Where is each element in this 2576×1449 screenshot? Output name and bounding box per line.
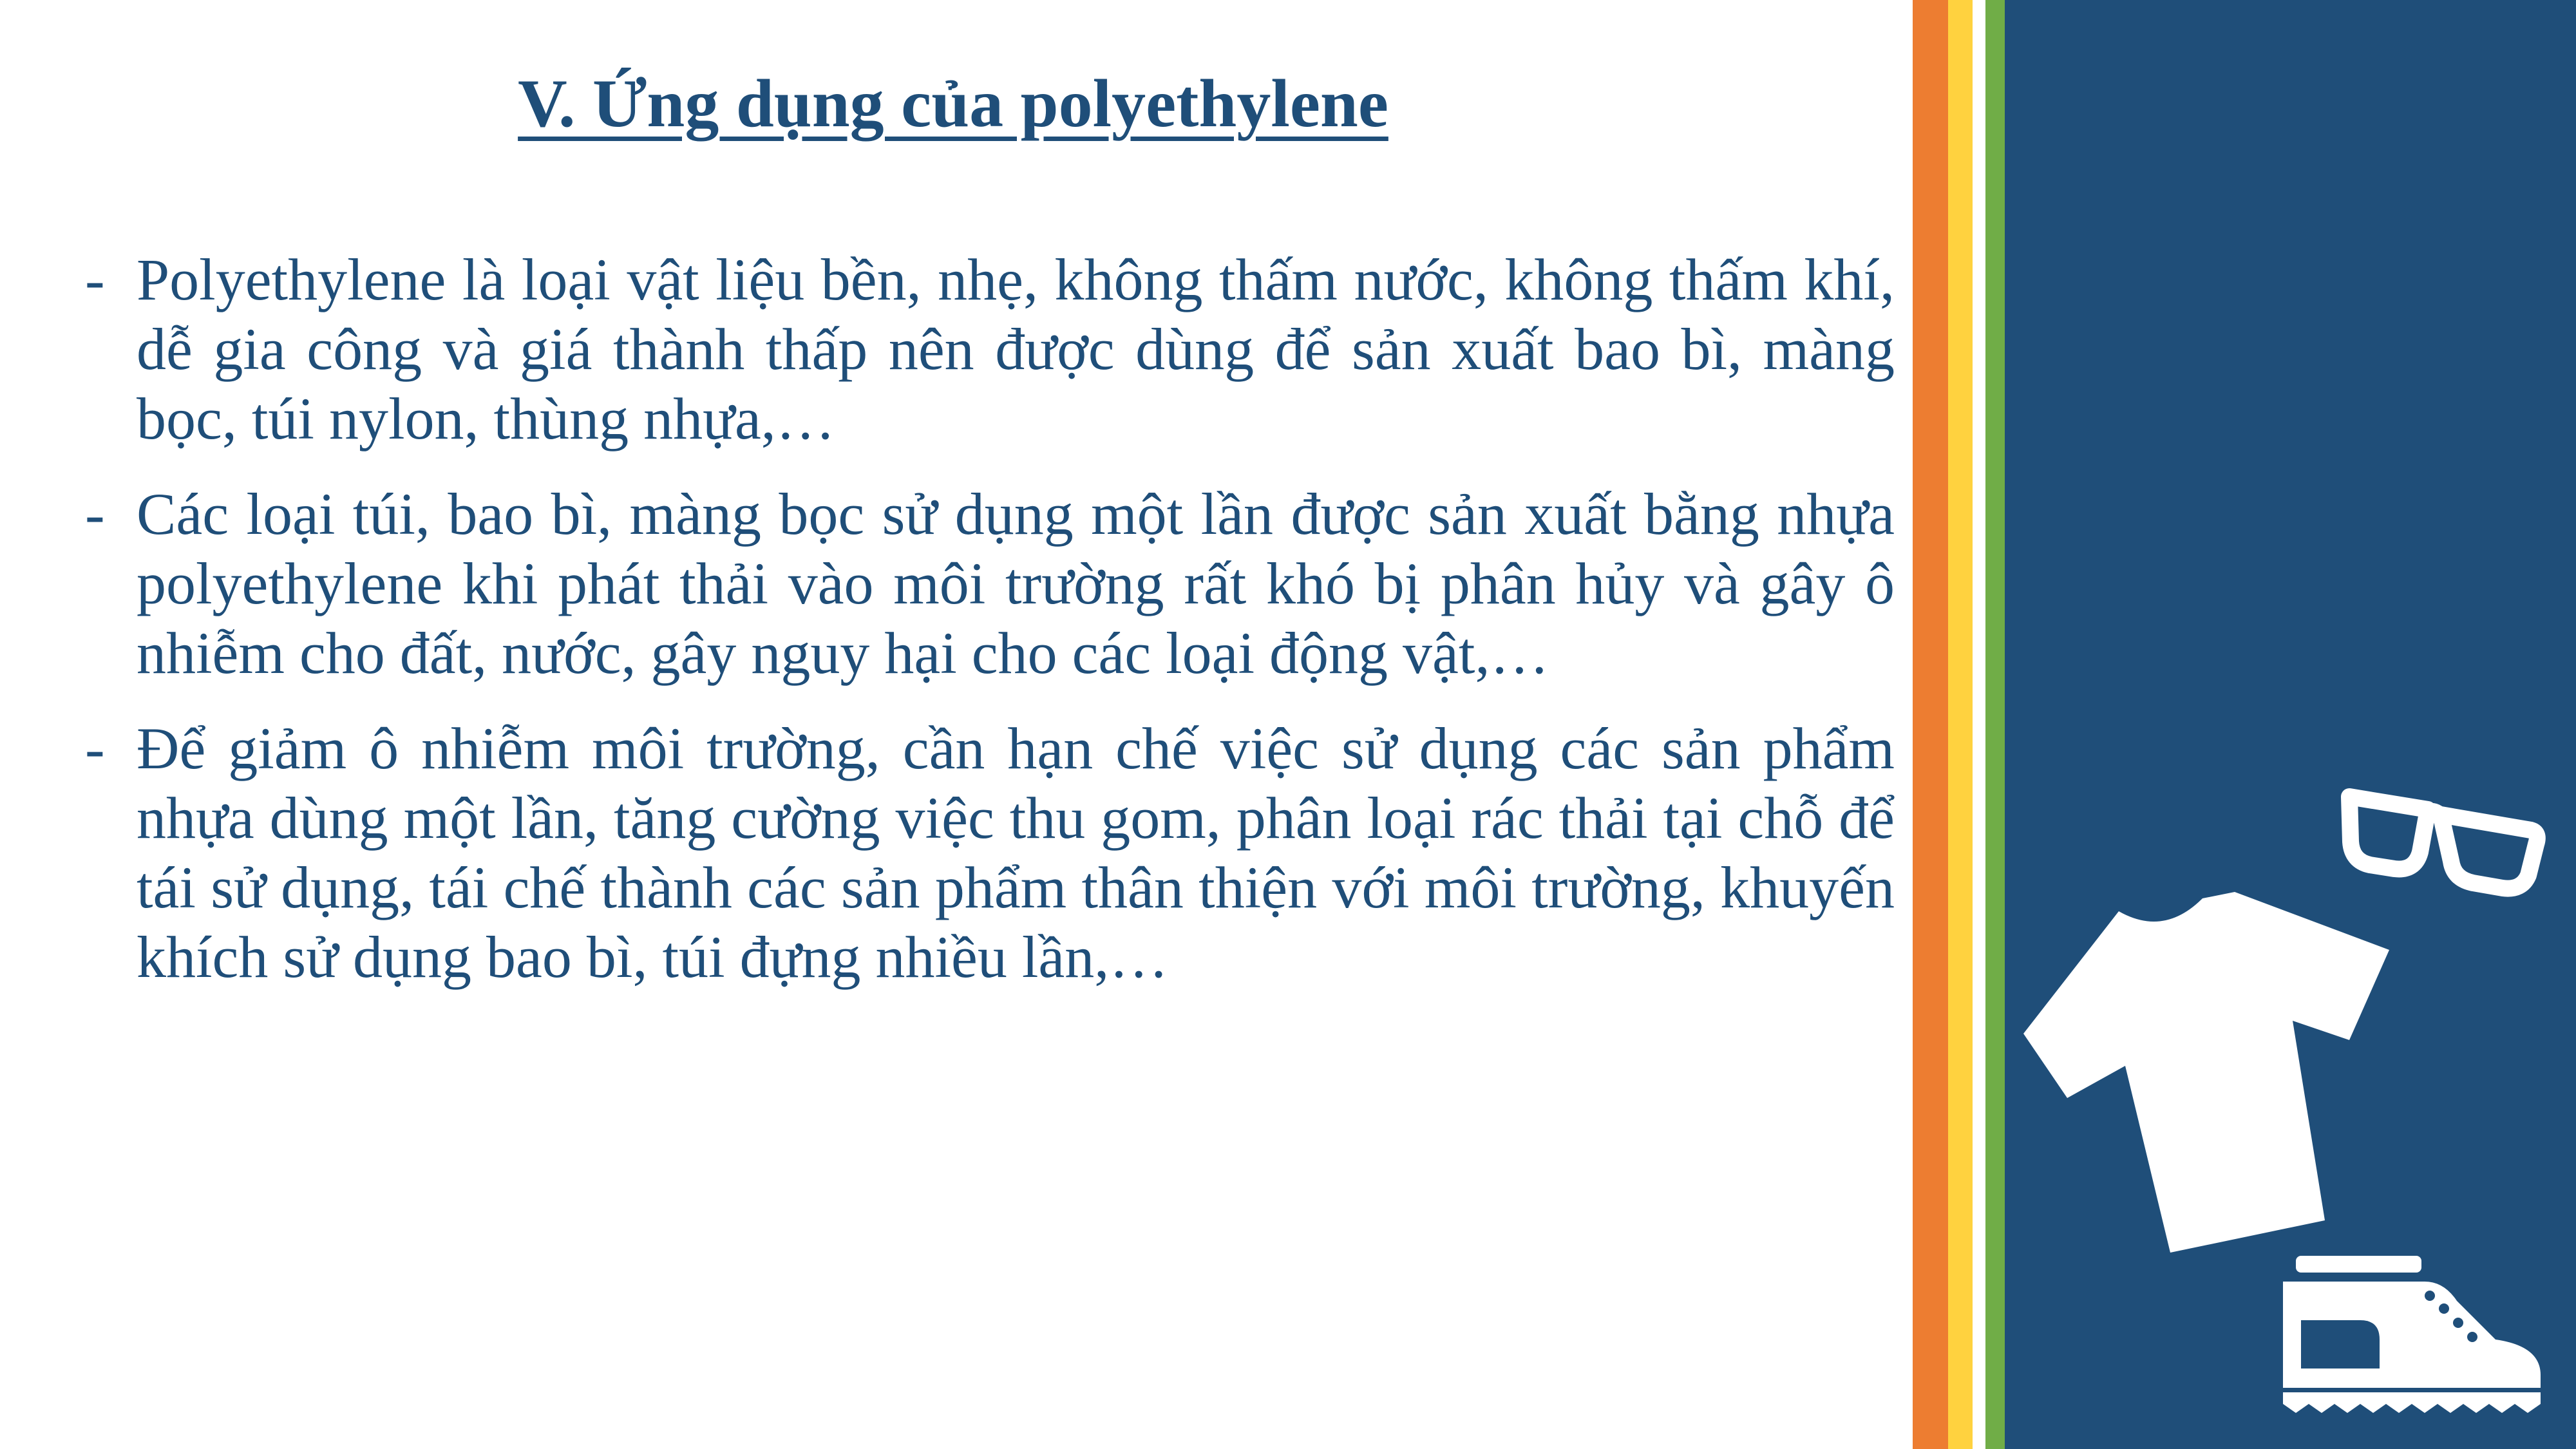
bullet-marker: - [85,715,105,781]
bullet-text: Các loại túi, bao bì, màng bọc sử dụng m… [137,481,1895,686]
slide: V. Ứng dụng của polyethylene - Polyethyl… [0,0,2576,1449]
orange-stripe [1913,0,1948,1449]
bullet-marker: - [85,481,105,547]
green-stripe [1985,0,2005,1449]
bullet-item: - Để giảm ô nhiễm môi trường, cần hạn ch… [77,714,1895,992]
slide-content: V. Ứng dụng của polyethylene - Polyethyl… [77,0,1895,1449]
shoe-icon [2283,1256,2541,1413]
yellow-stripe [1948,0,1973,1449]
bullet-item: - Polyethylene là loại vật liệu bền, nhẹ… [77,245,1895,453]
bullet-item: - Các loại túi, bao bì, màng bọc sử dụng… [77,479,1895,688]
bullet-text: Polyethylene là loại vật liệu bền, nhẹ, … [137,247,1895,451]
slide-title: V. Ứng dụng của polyethylene [518,66,1388,141]
bullet-text: Để giảm ô nhiễm môi trường, cần hạn chế … [137,715,1895,990]
white-stripe [1973,0,1985,1449]
bullet-marker: - [85,247,105,312]
bullet-list: - Polyethylene là loại vật liệu bền, nhẹ… [77,245,1895,1018]
tshirt-icon [2023,892,2389,1253]
glasses-icon [2341,788,2546,897]
